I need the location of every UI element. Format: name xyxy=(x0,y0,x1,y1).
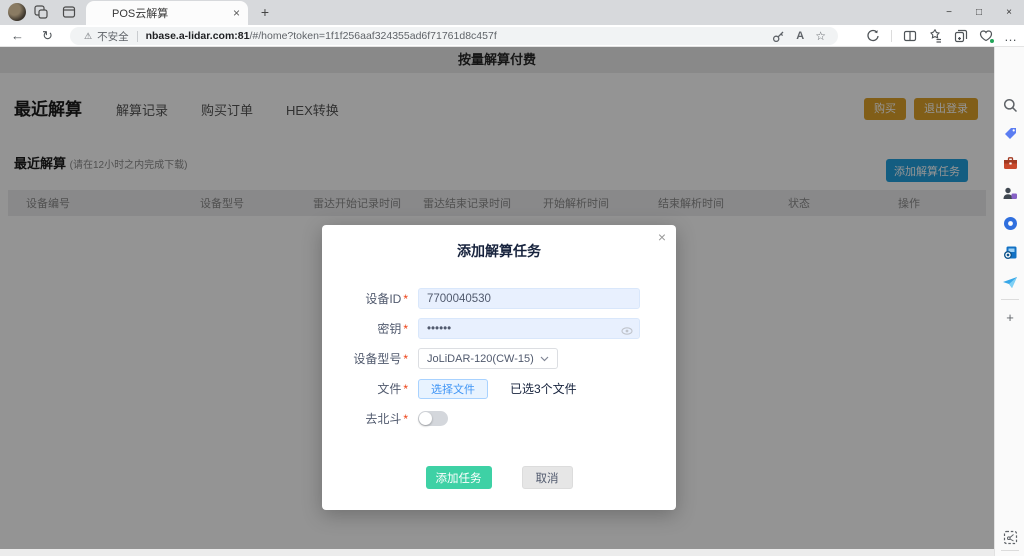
submit-task-button[interactable]: 添加任务 xyxy=(426,466,492,489)
more-menu-icon[interactable]: … xyxy=(1004,29,1018,44)
add-favorite-icon[interactable]: ☆ xyxy=(815,29,826,43)
favorites-icon[interactable] xyxy=(928,29,943,43)
sync-online-badge xyxy=(989,38,995,44)
toolbox-icon[interactable] xyxy=(1002,155,1018,171)
window-controls: − □ × xyxy=(934,0,1024,25)
chevron-down-icon xyxy=(540,356,549,362)
toolbar-divider xyxy=(891,30,892,42)
sidebar-divider xyxy=(1001,550,1019,551)
password-key-icon[interactable] xyxy=(772,30,785,43)
modal-close-icon[interactable]: × xyxy=(658,229,666,245)
beidou-label: 去北斗* xyxy=(322,410,408,427)
edge-sidebar: + ⚙ xyxy=(994,47,1024,556)
required-asterisk: * xyxy=(403,382,408,396)
search-icon[interactable] xyxy=(1002,97,1018,113)
web-page: 按量解算付费 最近解算 解算记录 购买订单 HEX转换 购买 退出登录 最近解算… xyxy=(0,47,994,549)
browser-essentials-icon[interactable] xyxy=(866,29,880,43)
file-label: 文件* xyxy=(322,380,408,397)
required-asterisk: * xyxy=(403,292,408,306)
file-selected-status: 已选3个文件 xyxy=(510,380,577,397)
address-bar-actions: A ☆ xyxy=(772,29,838,43)
new-tab-button[interactable]: + xyxy=(256,3,274,21)
secret-label: 密钥* xyxy=(322,320,408,337)
add-task-form: 设备ID* 密钥* 设备型号* JoLiDAR-120(C xyxy=(322,288,676,429)
read-aloud-icon[interactable]: A xyxy=(796,30,804,42)
add-task-modal: × 添加解算任务 设备ID* 密钥* 设备型号* xyxy=(322,225,676,510)
model-select[interactable]: JoLiDAR-120(CW-15) xyxy=(418,348,558,369)
address-divider xyxy=(137,31,138,42)
refresh-icon[interactable]: ↻ xyxy=(42,28,53,44)
secret-input[interactable] xyxy=(418,318,640,339)
sidebar-add-icon[interactable]: + xyxy=(1002,309,1018,325)
url-path: /#/home?token=1f1f256aaf324355ad6f71761d… xyxy=(249,30,496,42)
modal-actions: 添加任务 取消 xyxy=(322,466,676,489)
maximize-button[interactable]: □ xyxy=(964,0,994,25)
file-row: 文件* 选择文件 已选3个文件 xyxy=(322,378,676,399)
sidebar-divider xyxy=(1001,299,1019,300)
device-id-label: 设备ID* xyxy=(322,290,408,307)
tab-actions-icon[interactable] xyxy=(62,5,77,20)
close-button[interactable]: × xyxy=(994,0,1024,25)
copilot-icon[interactable] xyxy=(1002,215,1018,231)
workspaces-icon[interactable] xyxy=(34,5,49,20)
choose-file-button[interactable]: 选择文件 xyxy=(418,379,488,399)
window-bottom-edge xyxy=(0,549,994,556)
beidou-toggle[interactable] xyxy=(418,411,448,426)
model-label: 设备型号* xyxy=(322,350,408,367)
collections-icon[interactable] xyxy=(954,29,968,43)
required-asterisk: * xyxy=(403,352,408,366)
outlook-icon[interactable] xyxy=(1002,244,1018,260)
address-bar[interactable]: ⚠ 不安全 nbase.a-lidar.com:81/#/home?token=… xyxy=(70,27,838,45)
toolbar-actions: … xyxy=(866,27,1018,45)
beidou-row: 去北斗* xyxy=(322,408,676,429)
url-text[interactable]: nbase.a-lidar.com:81/#/home?token=1f1f25… xyxy=(146,30,497,42)
tab-title: POS云解算 xyxy=(112,5,233,21)
toggle-knob xyxy=(419,412,432,425)
secret-row: 密钥* xyxy=(322,318,676,339)
shopping-icon[interactable] xyxy=(1002,125,1018,141)
split-screen-icon[interactable] xyxy=(903,29,917,43)
device-id-row: 设备ID* xyxy=(322,288,676,309)
people-icon[interactable] xyxy=(1002,185,1018,201)
browser-tab-strip: POS云解算 × + − □ × xyxy=(0,0,1024,25)
tab-close-icon[interactable]: × xyxy=(233,6,240,20)
cancel-button[interactable]: 取消 xyxy=(522,466,573,489)
security-label[interactable]: 不安全 xyxy=(97,29,129,44)
show-password-icon[interactable] xyxy=(621,323,633,341)
sync-status-icon[interactable] xyxy=(979,29,993,43)
browser-toolbar: ← ↻ ⚠ 不安全 nbase.a-lidar.com:81/#/home?to… xyxy=(0,25,1024,47)
required-asterisk: * xyxy=(403,412,408,426)
model-select-value: JoLiDAR-120(CW-15) xyxy=(427,353,534,365)
not-secure-icon: ⚠ xyxy=(84,31,92,42)
url-host: nbase.a-lidar.com:81 xyxy=(146,30,250,42)
required-asterisk: * xyxy=(403,322,408,336)
model-row: 设备型号* JoLiDAR-120(CW-15) xyxy=(322,348,676,369)
modal-title: 添加解算任务 xyxy=(322,241,676,261)
screenshot-icon[interactable] xyxy=(1002,529,1018,545)
browser-tab[interactable]: POS云解算 × xyxy=(86,1,248,25)
minimize-button[interactable]: − xyxy=(934,0,964,25)
profile-avatar[interactable] xyxy=(8,3,26,21)
drop-icon[interactable] xyxy=(1002,274,1018,290)
device-id-input[interactable] xyxy=(418,288,640,309)
back-icon[interactable]: ← xyxy=(11,28,24,43)
